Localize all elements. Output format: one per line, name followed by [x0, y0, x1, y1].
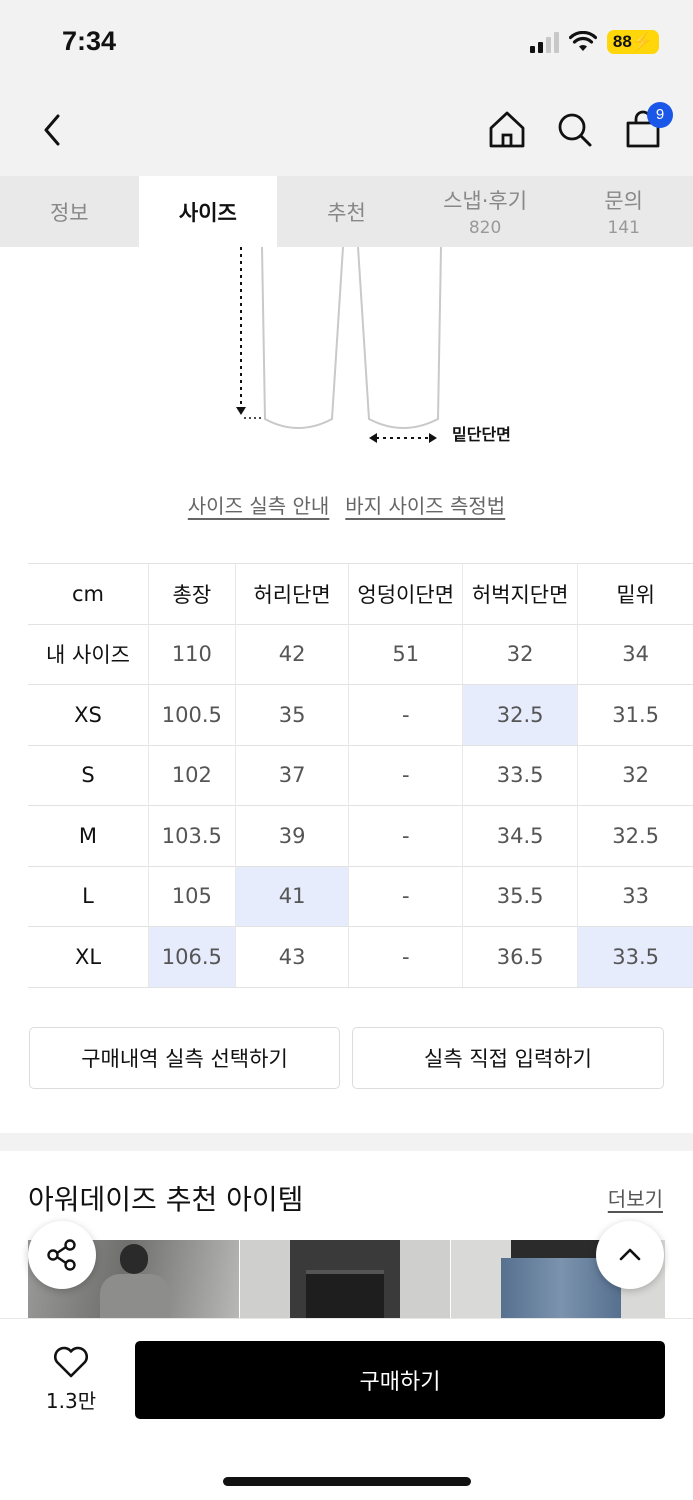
table-cell: 39	[234, 805, 349, 866]
scroll-to-top-button[interactable]	[596, 1221, 664, 1289]
table-row-xl: XL 106.5 43 - 36.5 33.5	[28, 926, 693, 988]
column-header: 허리단면	[234, 563, 349, 624]
table-cell: 102	[147, 744, 236, 806]
table-cell: -	[348, 744, 463, 806]
column-header: 총장	[147, 563, 236, 624]
table-cell: 31.5	[577, 684, 693, 745]
bottom-purchase-bar: 1.3만 구매하기	[0, 1318, 693, 1500]
purchase-history-measure-button[interactable]: 구매내역 실측 선택하기	[29, 1027, 340, 1089]
status-time: 7:34	[62, 26, 117, 56]
hem-width-label: 밑단단면	[452, 425, 511, 444]
row-label: XL	[28, 926, 149, 988]
table-cell: 42	[234, 623, 349, 685]
recommend-section-title: 아워데이즈 추천 아이템	[28, 1183, 304, 1216]
buy-button[interactable]: 구매하기	[135, 1341, 665, 1419]
tab-label: 문의	[604, 189, 643, 213]
tab-inquiry[interactable]: 문의 141	[554, 176, 693, 247]
column-header: 허벅지단면	[462, 563, 578, 624]
tab-recommend[interactable]: 추천	[277, 176, 416, 247]
table-cell: 105	[147, 865, 236, 927]
column-header: 밑위	[577, 563, 693, 624]
table-cell: 34	[577, 623, 693, 685]
table-cell: 51	[348, 623, 463, 685]
table-cell-highlighted: 33.5	[577, 926, 693, 988]
charging-bolt-icon: ⚡	[631, 32, 653, 51]
recommend-item-thumbnail[interactable]	[240, 1240, 450, 1320]
table-cell: 103.5	[147, 805, 236, 866]
unit-cell: cm	[28, 563, 149, 624]
tab-label: 정보	[49, 200, 89, 225]
table-row-s: S 102 37 - 33.5 32	[28, 744, 693, 806]
section-divider	[0, 1133, 693, 1151]
row-label: M	[28, 805, 149, 866]
pants-size-diagram: 밑단단면	[0, 247, 693, 457]
like-count: 1.3만	[45, 1389, 97, 1413]
tab-info[interactable]: 정보	[0, 176, 139, 247]
table-row-l: L 105 41 - 35.5 33	[28, 865, 693, 927]
table-header-row: cm 총장 허리단면 엉덩이단면 허벅지단면 밑위	[28, 563, 693, 624]
manual-measure-input-button[interactable]: 실측 직접 입력하기	[352, 1027, 664, 1089]
table-row-my-size: 내 사이즈 110 42 51 32 34	[28, 623, 693, 685]
home-icon[interactable]	[487, 108, 527, 152]
table-cell: 32	[462, 623, 578, 685]
search-icon[interactable]	[555, 108, 595, 152]
table-cell: 36.5	[462, 926, 578, 988]
size-guide-links: 사이즈 실측 안내 바지 사이즈 측정법	[0, 490, 693, 519]
share-icon	[47, 1239, 76, 1271]
tab-label: 추천	[327, 200, 366, 225]
table-cell: 35	[234, 684, 349, 745]
table-cell-highlighted: 41	[234, 865, 349, 927]
tab-size[interactable]: 사이즈	[138, 176, 278, 247]
table-cell: 43	[234, 926, 349, 988]
table-cell: 33	[577, 865, 693, 927]
row-label: L	[28, 865, 149, 927]
table-cell: -	[348, 805, 463, 866]
battery-indicator: 88⚡	[606, 30, 659, 54]
table-cell: 32	[577, 744, 693, 806]
cellular-signal-icon	[529, 31, 559, 53]
nav-actions: 9	[487, 102, 673, 152]
table-cell: 35.5	[462, 865, 578, 927]
table-cell: 110	[147, 623, 236, 685]
size-guide-link[interactable]: 사이즈 실측 안내	[188, 490, 330, 519]
cart-button[interactable]: 9	[623, 102, 673, 152]
recommend-more-link[interactable]: 더보기	[608, 1183, 663, 1212]
tab-snap-review[interactable]: 스냅·후기 820	[416, 176, 555, 247]
table-cell: -	[348, 684, 463, 745]
tab-label: 스냅·후기	[443, 189, 528, 213]
table-cell-highlighted: 106.5	[147, 926, 236, 988]
tab-count: 141	[607, 218, 640, 238]
row-label: XS	[28, 684, 149, 745]
back-arrow-icon[interactable]	[34, 110, 74, 150]
column-header: 엉덩이단면	[348, 563, 463, 624]
row-label: 내 사이즈	[28, 623, 149, 685]
pants-outline-illustration	[236, 247, 442, 443]
table-cell: 33.5	[462, 744, 578, 806]
tab-label: 사이즈	[178, 200, 237, 225]
heart-icon	[54, 1346, 88, 1378]
table-cell: -	[348, 865, 463, 927]
section-tabs: 정보 사이즈 추천 스냅·후기 820 문의 141	[0, 176, 693, 247]
status-bar: 7:34 88⚡	[0, 0, 693, 90]
tab-count: 820	[468, 218, 502, 238]
table-cell: 32.5	[577, 805, 693, 866]
measure-guide-link[interactable]: 바지 사이즈 측정법	[345, 490, 505, 519]
status-icons: 88⚡	[529, 30, 659, 54]
table-cell-highlighted: 32.5	[462, 684, 578, 745]
row-label: S	[28, 744, 149, 806]
wifi-icon	[568, 31, 597, 51]
like-button[interactable]: 1.3만	[36, 1345, 106, 1414]
cart-count-badge: 9	[647, 102, 673, 128]
table-cell: -	[348, 926, 463, 988]
table-cell: 100.5	[147, 684, 236, 745]
chevron-up-icon	[619, 1248, 641, 1261]
table-cell: 37	[234, 744, 349, 806]
nav-header: 9	[0, 90, 693, 176]
table-row-m: M 103.5 39 - 34.5 32.5	[28, 805, 693, 866]
home-indicator	[223, 1477, 471, 1486]
share-button[interactable]	[28, 1221, 96, 1289]
table-cell: 34.5	[462, 805, 578, 866]
table-row-xs: XS 100.5 35 - 32.5 31.5	[28, 684, 693, 745]
size-table[interactable]: cm 총장 허리단면 엉덩이단면 허벅지단면 밑위 내 사이즈 110 42 5…	[28, 563, 693, 988]
